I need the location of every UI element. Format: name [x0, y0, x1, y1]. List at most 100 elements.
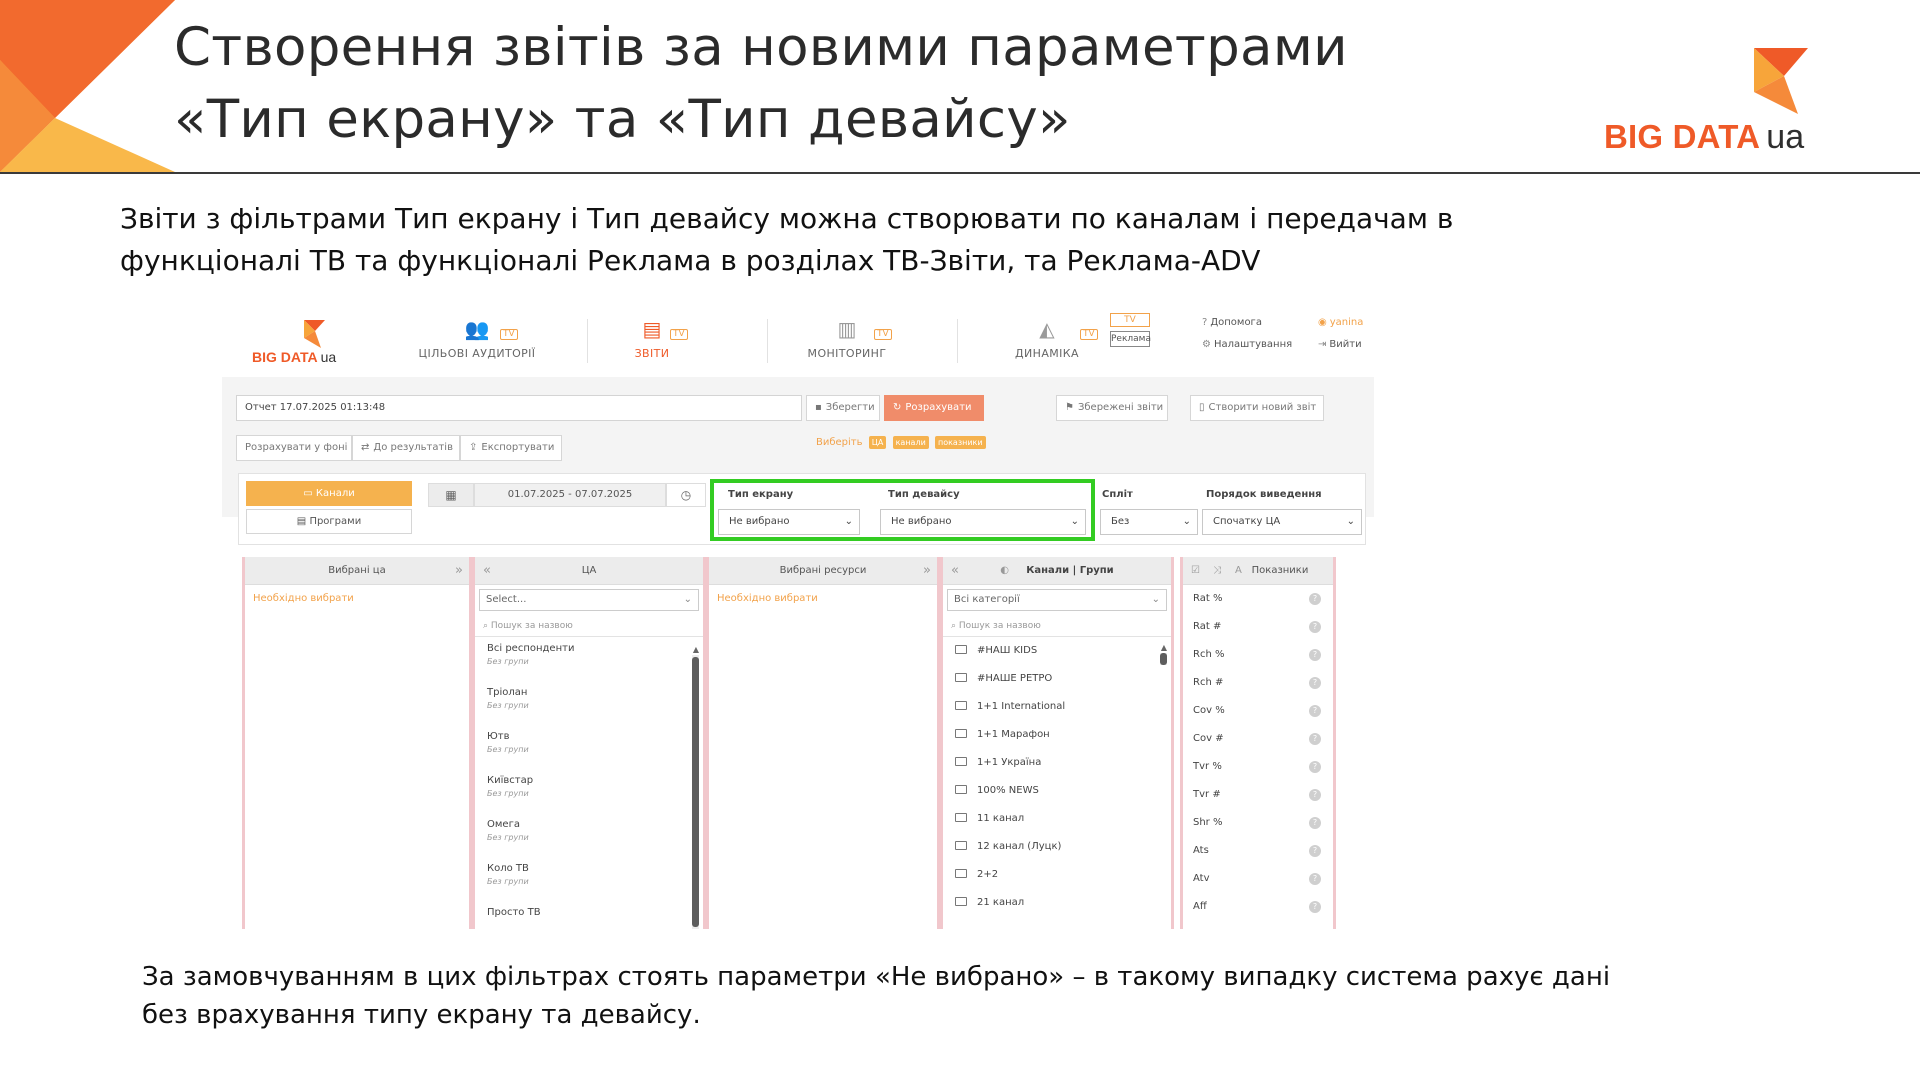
channel-list-item[interactable]: #НАШЕ РЕТРО — [943, 665, 1171, 693]
document-icon: ▤ — [642, 317, 662, 341]
indicator-list-item[interactable]: Tvr #? — [1183, 781, 1333, 809]
ta-item-name: Тріолан — [487, 687, 528, 698]
logout-link[interactable]: ⇥ Вийти — [1318, 339, 1362, 350]
scrollbar-thumb[interactable] — [692, 657, 699, 927]
time-button[interactable]: ◷ — [666, 483, 706, 507]
nav-reklama[interactable]: TV Реклама — [1108, 313, 1152, 355]
indicator-list-item[interactable]: Tvr %? — [1183, 753, 1333, 781]
indicator-list-item[interactable]: Shr %? — [1183, 809, 1333, 837]
help-icon[interactable]: ? — [1309, 593, 1321, 605]
ta-list-item[interactable]: Всі респонденти Без групи — [475, 637, 703, 681]
double-chevron-left-icon[interactable]: « — [483, 557, 491, 585]
indicator-name: Tvr % — [1193, 761, 1222, 772]
indicator-list-item[interactable]: Cov %? — [1183, 697, 1333, 725]
selected-ta-header: Вибрані ца » — [245, 557, 469, 585]
calc-background-button[interactable]: Розрахувати у фоні — [236, 435, 352, 461]
channel-list-item[interactable]: 1+1 International — [943, 693, 1171, 721]
help-icon[interactable]: ? — [1309, 761, 1321, 773]
ta-item-name: Просто ТВ — [487, 907, 541, 918]
indicator-name: Rat # — [1193, 621, 1222, 632]
settings-link[interactable]: ⚙ Налаштування — [1202, 339, 1292, 350]
save-button[interactable]: ▪ Зберегти — [806, 395, 880, 421]
channels-list: #НАШ KIDS #НАШЕ РЕТРО 1+1 International 1+1… — [943, 637, 1171, 917]
nav-monitoring[interactable]: ▥ TV МОНІТОРИНГ — [782, 317, 912, 369]
ta-list-item[interactable]: Просто ТВ — [475, 901, 703, 929]
ta-list-item[interactable]: Омега Без групи — [475, 813, 703, 857]
indicator-list-item[interactable]: Aff? — [1183, 893, 1333, 921]
calculate-button[interactable]: ↻ Розрахувати — [884, 395, 984, 421]
list-icon: ▤ — [296, 516, 310, 527]
scrollbar-thumb[interactable] — [1160, 653, 1167, 665]
indicator-list-item[interactable]: Rat #? — [1183, 613, 1333, 641]
ta-list-item[interactable]: Коло ТВ Без групи — [475, 857, 703, 901]
channels-search-input[interactable]: ⌕ Пошук за назвою — [943, 615, 1171, 637]
channels-header: « ◐ Канали | Групи — [943, 557, 1171, 585]
order-select[interactable]: Спочатку ЦА ⌄ — [1202, 509, 1362, 535]
help-icon[interactable]: ? — [1309, 873, 1321, 885]
ta-scrollbar[interactable] — [692, 655, 699, 929]
programs-toggle[interactable]: ▤ Програми — [246, 509, 412, 534]
ta-search-input[interactable]: ⌕ Пошук за назвою — [475, 615, 703, 637]
help-icon[interactable]: ? — [1309, 789, 1321, 801]
nav-reports[interactable]: ▤ TV ЗВІТИ — [592, 317, 712, 369]
app-logo[interactable]: BIG DATA ua — [252, 319, 352, 365]
tv-icon — [955, 813, 967, 822]
channel-list-item[interactable]: 1+1 Марафон — [943, 721, 1171, 749]
export-button[interactable]: ⇪ Експортувати — [460, 435, 562, 461]
split-select[interactable]: Без ⌄ — [1100, 509, 1198, 535]
category-select[interactable]: Всі категорії ⌄ — [947, 589, 1167, 611]
help-icon[interactable]: ? — [1309, 677, 1321, 689]
nav-target-audiences[interactable]: 👥 TV ЦІЛЬОВІ АУДИТОРІЇ — [412, 317, 542, 369]
user-link[interactable]: ◉ yanina — [1318, 317, 1363, 328]
channel-name: 100% NEWS — [977, 785, 1039, 796]
ta-list-item[interactable]: Київстар Без групи — [475, 769, 703, 813]
ta-list-item[interactable]: Тріолан Без групи — [475, 681, 703, 725]
channel-list-item[interactable]: 21 канал — [943, 889, 1171, 917]
channel-list-item[interactable]: #НАШ KIDS — [943, 637, 1171, 665]
channels-toggle[interactable]: ▭ Канали — [246, 481, 412, 506]
indicator-list-item[interactable]: Rch %? — [1183, 641, 1333, 669]
tv-icon — [955, 701, 967, 710]
to-results-button[interactable]: ⇄ До результатів — [352, 435, 460, 461]
help-icon[interactable]: ? — [1309, 733, 1321, 745]
nav-dynamics[interactable]: ◭ TV ДИНАМІКА — [992, 317, 1102, 369]
chevron-down-icon: ⌄ — [1151, 594, 1160, 605]
channel-list-item[interactable]: 100% NEWS — [943, 777, 1171, 805]
shuffle-icon[interactable]: ⤨ — [1213, 557, 1221, 585]
scroll-up-icon[interactable]: ▲ — [693, 645, 699, 654]
help-icon[interactable]: ? — [1309, 649, 1321, 661]
ta-list-item[interactable]: Ютв Без групи — [475, 725, 703, 769]
ta-select[interactable]: Select... ⌄ — [479, 589, 699, 611]
indicator-list-item[interactable]: Rch #? — [1183, 669, 1333, 697]
date-range-field[interactable]: 01.07.2025 - 07.07.2025 — [474, 483, 666, 507]
channel-list-item[interactable]: 11 канал — [943, 805, 1171, 833]
new-report-button[interactable]: ▯ Створити новий звіт — [1190, 395, 1324, 421]
check-all-icon[interactable]: ☑ — [1191, 557, 1200, 585]
channel-list-item[interactable]: 12 канал (Луцк) — [943, 833, 1171, 861]
indicator-list-item[interactable]: Cov #? — [1183, 725, 1333, 753]
help-icon[interactable]: ? — [1309, 621, 1321, 633]
double-chevron-right-icon[interactable]: » — [923, 557, 931, 585]
channel-list-item[interactable]: 1+1 Україна — [943, 749, 1171, 777]
help-icon[interactable]: ? — [1309, 705, 1321, 717]
indicator-list-item[interactable]: Ats? — [1183, 837, 1333, 865]
ta-item-group: Без групи — [487, 745, 529, 754]
indicator-list-item[interactable]: Atv? — [1183, 865, 1333, 893]
saved-reports-button[interactable]: ⚑ Збережені звіти — [1056, 395, 1168, 421]
help-icon[interactable]: ? — [1309, 817, 1321, 829]
channels-scrollbar[interactable] — [1160, 653, 1167, 665]
gear-icon: ⚙ — [1202, 339, 1211, 350]
font-icon[interactable]: A — [1235, 557, 1242, 585]
report-name-input[interactable]: Отчет 17.07.2025 01:13:48 — [236, 395, 802, 421]
help-icon[interactable]: ? — [1309, 901, 1321, 913]
double-chevron-left-icon[interactable]: « — [951, 557, 959, 585]
help-link[interactable]: ? Допомога — [1202, 317, 1262, 328]
help-icon[interactable]: ? — [1309, 845, 1321, 857]
need-select-text: Необхідно вибрати — [717, 593, 818, 604]
indicator-list-item[interactable]: Rat %? — [1183, 585, 1333, 613]
double-chevron-right-icon[interactable]: » — [455, 557, 463, 585]
question-icon: ? — [1202, 317, 1208, 328]
scroll-up-icon[interactable]: ▲ — [1161, 643, 1167, 652]
calendar-button[interactable]: ▦ — [428, 483, 474, 507]
channel-list-item[interactable]: 2+2 — [943, 861, 1171, 889]
